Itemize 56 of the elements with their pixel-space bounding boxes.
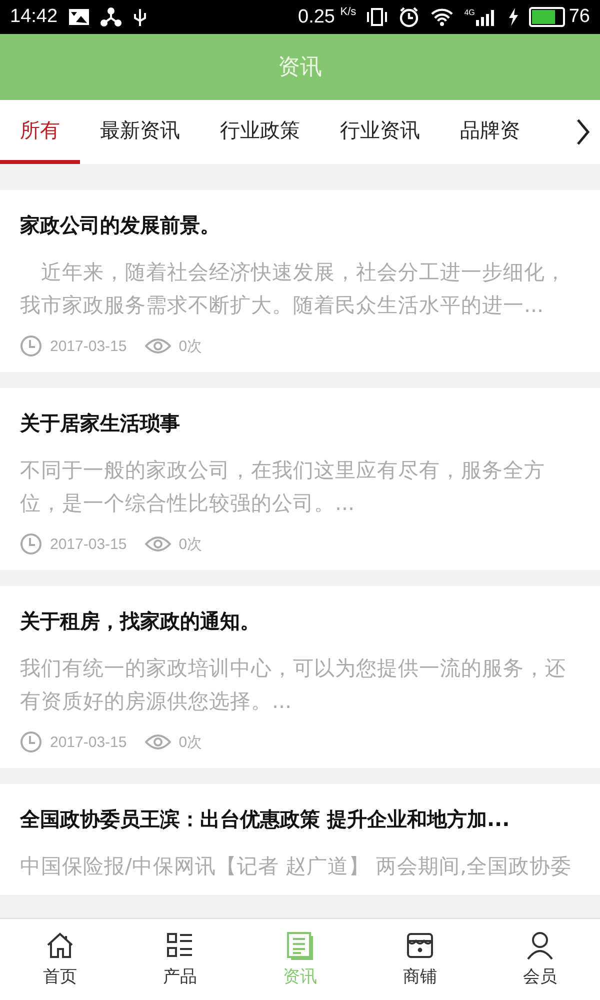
- article-title: 关于租房，找家政的通知。: [20, 608, 261, 635]
- next-tabs-button[interactable]: [566, 100, 600, 164]
- article-date: 2017-03-15: [50, 734, 127, 750]
- article-date: 2017-03-15: [50, 338, 127, 354]
- article-summary: 中国保险报/中保网讯【记者 赵广道】 两会期间,全国政协委: [20, 853, 572, 880]
- battery-level: 76: [568, 6, 590, 28]
- nav-tab[interactable]: 首页: [0, 919, 120, 1000]
- person-icon: [525, 931, 555, 961]
- page-title: 资讯: [278, 54, 322, 82]
- eye-icon: [144, 535, 171, 553]
- article-summary: 位，是一个综合性比较强的公司。...: [20, 490, 356, 517]
- view-count: 0次: [178, 732, 202, 752]
- signal-icon: [474, 8, 497, 26]
- article-title: 关于居家生活琐事: [20, 410, 181, 437]
- article-summary: 我市家政服务需求不断扩大。随着民众生活水平的进一...: [20, 292, 545, 319]
- charging-icon: [506, 6, 519, 27]
- article-title: 全国政协委员王滨：出台优惠政策 提升企业和地方加...: [20, 806, 511, 833]
- document-icon: [285, 931, 315, 961]
- network-type: 4G: [464, 8, 475, 17]
- nav-tab[interactable]: 产品: [120, 919, 240, 1000]
- share-icon: [100, 7, 122, 27]
- wifi-icon: [430, 6, 454, 27]
- article-card[interactable]: 家政公司的发展前景。 近年来，随着社会经济快速发展，社会分工进一步细化， 我市家政服务需求不断扩大。随着民众生活水平的进一... 2017-03-15 0次: [0, 190, 600, 372]
- article-summary: 有资质好的房源供您选择。...: [20, 688, 293, 715]
- category-tab[interactable]: 所有: [0, 100, 80, 164]
- battery-icon: [528, 6, 565, 27]
- nav-tab[interactable]: 会员: [480, 919, 600, 1000]
- usb-icon: [132, 7, 148, 27]
- nav-tab[interactable]: 商铺: [360, 919, 480, 1000]
- article-card[interactable]: 全国政协委员王滨：出台优惠政策 提升企业和地方加... 中国保险报/中保网讯【记者 赵广道】 两会期间,全国政协委: [0, 784, 600, 895]
- article-summary: 我们有统一的家政培训中心，可以为您提供一流的服务，还: [20, 655, 567, 682]
- category-tab[interactable]: 行业政策: [200, 100, 320, 164]
- category-tab[interactable]: 最新资讯: [80, 100, 200, 164]
- clock-icon: [20, 533, 42, 555]
- clock-icon: [20, 335, 42, 357]
- network-speed: 0.25 $^{K/s}$: [298, 6, 356, 28]
- eye-icon: [144, 337, 171, 355]
- storefront-icon: [405, 931, 435, 961]
- alarm-icon: [398, 6, 420, 28]
- article-card[interactable]: 关于租房，找家政的通知。 我们有统一的家政培训中心，可以为您提供一流的服务，还 有资质好的房源供您选择。... 2017-03-15 0次: [0, 586, 600, 768]
- view-count: 0次: [178, 534, 202, 554]
- category-tab[interactable]: 行业资讯: [320, 100, 440, 164]
- status-time: 14:42: [10, 6, 58, 28]
- eye-icon: [144, 733, 171, 751]
- article-card[interactable]: 关于居家生活琐事 不同于一般的家政公司，在我们这里应有尽有，服务全方 位，是一个综合性比较强的公司。... 2017-03-15 0次: [0, 388, 600, 570]
- home-icon: [45, 931, 75, 961]
- vibrate-icon: [366, 6, 388, 27]
- article-date: 2017-03-15: [50, 536, 127, 552]
- view-count: 0次: [178, 336, 202, 356]
- article-title: 家政公司的发展前景。: [20, 212, 221, 239]
- clock-icon: [20, 731, 42, 753]
- image-icon: [68, 8, 90, 26]
- category-tab[interactable]: 品牌资: [440, 100, 540, 164]
- article-summary: 不同于一般的家政公司，在我们这里应有尽有，服务全方: [20, 457, 546, 484]
- article-summary: 近年来，随着社会经济快速发展，社会分工进一步细化，: [40, 259, 567, 286]
- chevron-right-icon: [575, 118, 591, 146]
